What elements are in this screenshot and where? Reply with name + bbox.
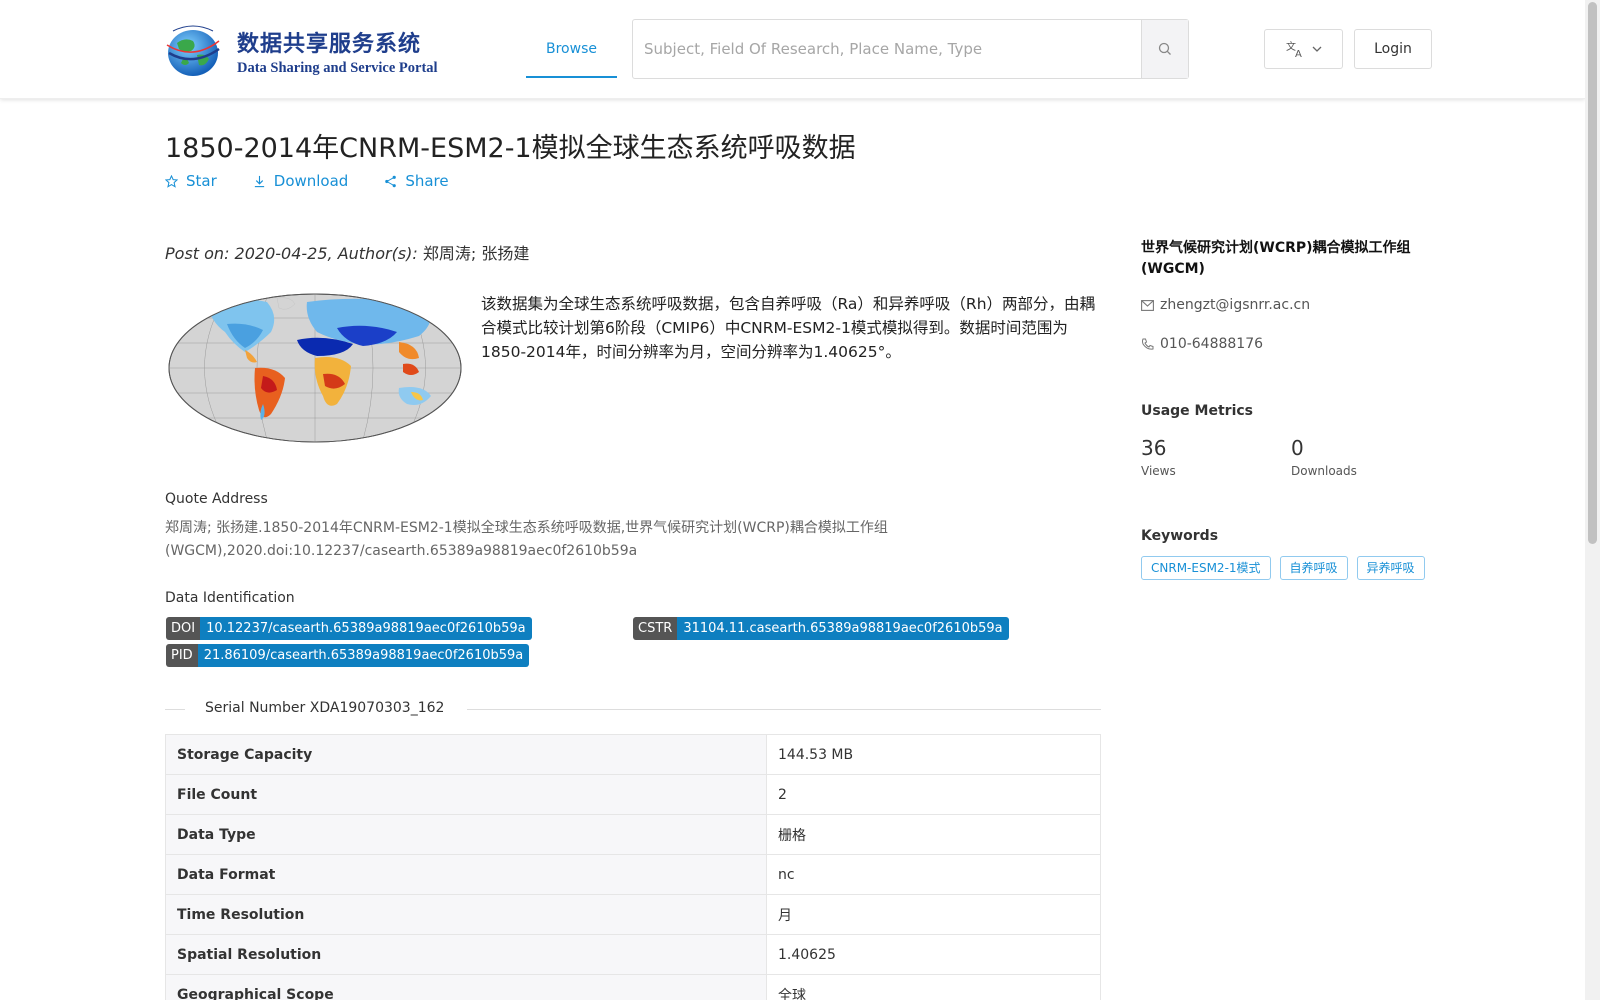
translate-icon: 文 A	[1286, 40, 1302, 58]
metadata-key: Storage Capacity	[165, 734, 767, 775]
data-identification-label: Data Identification	[165, 590, 295, 606]
metadata-key: Data Format	[165, 854, 767, 895]
star-label: Star	[186, 172, 217, 190]
logo-text: 数据共享服务系统 Data Sharing and Service Portal	[237, 26, 438, 77]
usage-metrics-title: Usage Metrics	[1141, 403, 1253, 419]
metadata-value: 栅格	[766, 814, 1101, 855]
email-text: zhengzt@igsnrr.ac.cn	[1160, 297, 1311, 313]
pid-badge-key: PID	[166, 644, 198, 667]
metadata-value: 2	[766, 774, 1101, 815]
organization-name: 世界气候研究计划(WCRP)耦合模拟工作组(WGCM)	[1141, 240, 1411, 277]
cstr-badge[interactable]: CSTR 31104.11.casearth.65389a98819aec0f2…	[633, 617, 1009, 640]
download-button[interactable]: Download	[253, 172, 349, 190]
dataset-actions: Star Download Share	[165, 172, 485, 190]
post-date: Post on: 2020-04-25, Author(s):	[165, 244, 418, 263]
authors: 郑周涛; 张扬建	[422, 244, 530, 263]
table-row: Spatial Resolution 1.40625	[165, 934, 1101, 975]
nav-browse-link[interactable]: Browse	[526, 20, 617, 78]
keywords-title: Keywords	[1141, 528, 1219, 544]
search-input[interactable]	[633, 20, 1141, 78]
keyword-list: CNRM-ESM2-1模式 自养呼吸 异养呼吸	[1141, 556, 1425, 580]
scrollbar-thumb[interactable]	[1588, 2, 1597, 544]
star-icon	[165, 174, 178, 188]
chevron-down-icon	[1312, 46, 1321, 52]
keyword-tag[interactable]: 自养呼吸	[1279, 556, 1348, 580]
doi-badge[interactable]: DOI 10.12237/casearth.65389a98819aec0f26…	[166, 617, 532, 640]
divider-line-left	[165, 709, 185, 710]
table-row: Time Resolution 月	[165, 894, 1101, 935]
metadata-key: Data Type	[165, 814, 767, 855]
cstr-badge-value: 31104.11.casearth.65389a98819aec0f2610b5…	[677, 617, 1009, 640]
share-label: Share	[405, 172, 449, 190]
mail-icon	[1141, 299, 1154, 311]
quote-address-text: 郑周涛; 张扬建.1850-2014年CNRM-ESM2-1模拟全球生态系统呼吸…	[165, 520, 888, 559]
metadata-value: nc	[766, 854, 1101, 895]
quote-address-label: Quote Address	[165, 491, 268, 507]
download-icon	[254, 175, 264, 187]
search-bar	[632, 19, 1189, 79]
svg-text:A: A	[1295, 49, 1302, 58]
post-info: Post on: 2020-04-25, Author(s): 郑周涛; 张扬建	[165, 240, 529, 264]
pid-badge[interactable]: PID 21.86109/casearth.65389a98819aec0f26…	[166, 644, 530, 667]
keyword-tag[interactable]: CNRM-ESM2-1模式	[1141, 556, 1271, 580]
metadata-value: 1.40625	[766, 934, 1101, 975]
globe-logo-icon	[166, 25, 220, 76]
keyword-tag[interactable]: 异养呼吸	[1356, 556, 1425, 580]
phone-icon	[1142, 338, 1154, 350]
metadata-value: 月	[766, 894, 1101, 935]
dataset-thumbnail-map	[168, 293, 462, 443]
table-row: File Count 2	[165, 774, 1101, 815]
metadata-key: Geographical Scope	[165, 974, 767, 1000]
doi-badge-key: DOI	[166, 617, 201, 640]
metadata-table: Storage Capacity 144.53 MB File Count 2 …	[165, 734, 1101, 1000]
views-label: Views	[1141, 464, 1176, 478]
cstr-badge-key: CSTR	[633, 617, 678, 640]
login-button[interactable]: Login	[1354, 29, 1432, 69]
language-switcher[interactable]: 文 A	[1264, 29, 1343, 69]
share-button[interactable]: Share	[384, 172, 449, 190]
metadata-key: Time Resolution	[165, 894, 767, 935]
star-button[interactable]: Star	[165, 172, 217, 190]
metadata-key: File Count	[165, 774, 767, 815]
table-row: Geographical Scope 全球	[165, 974, 1101, 1000]
page-title: 1850-2014年CNRM-ESM2-1模拟全球生态系统呼吸数据	[165, 133, 856, 164]
logo-title-cn: 数据共享服务系统	[237, 31, 422, 57]
table-row: Storage Capacity 144.53 MB	[165, 734, 1101, 775]
share-icon	[385, 175, 397, 187]
download-label: Download	[273, 172, 349, 190]
top-header: 数据共享服务系统 Data Sharing and Service Portal…	[0, 0, 1585, 99]
downloads-label: Downloads	[1291, 464, 1357, 478]
views-count: 36	[1141, 436, 1167, 460]
dataset-description: 该数据集为全球生态系统呼吸数据，包含自养呼吸（Ra）和异养呼吸（Rh）两部分，由…	[481, 295, 1096, 361]
page-scrollbar[interactable]	[1585, 0, 1600, 1000]
serial-number: Serial Number XDA19070303_162	[205, 700, 445, 716]
metadata-value: 144.53 MB	[766, 734, 1101, 775]
site-logo[interactable]: 数据共享服务系统 Data Sharing and Service Portal	[153, 22, 443, 80]
divider-line-right	[467, 709, 1101, 710]
pid-badge-value: 21.86109/casearth.65389a98819aec0f2610b5…	[197, 644, 530, 667]
serial-number-divider: Serial Number XDA19070303_162	[165, 700, 1101, 720]
contact-phone[interactable]: 010-64888176	[1141, 336, 1263, 352]
phone-text: 010-64888176	[1160, 336, 1264, 352]
search-icon	[1158, 42, 1171, 55]
doi-badge-value: 10.12237/casearth.65389a98819aec0f2610b5…	[200, 617, 532, 640]
downloads-count: 0	[1291, 436, 1304, 460]
metadata-key: Spatial Resolution	[165, 934, 767, 975]
table-row: Data Format nc	[165, 854, 1101, 895]
metadata-value: 全球	[766, 974, 1101, 1000]
contact-email[interactable]: zhengzt@igsnrr.ac.cn	[1141, 297, 1310, 313]
logo-title-en: Data Sharing and Service Portal	[237, 59, 438, 76]
table-row: Data Type 栅格	[165, 814, 1101, 855]
search-button[interactable]	[1141, 20, 1188, 78]
